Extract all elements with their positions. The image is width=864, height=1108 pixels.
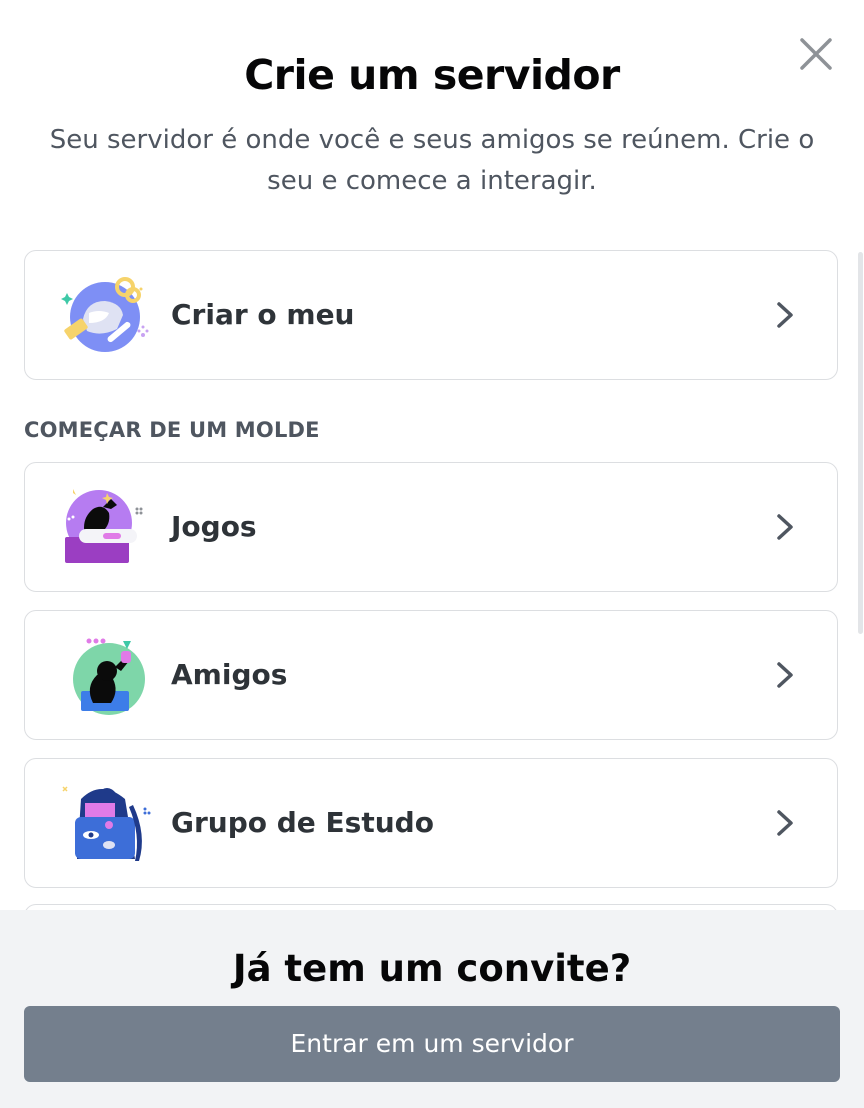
modal-subtitle: Seu servidor é onde você e seus amigos s… xyxy=(49,125,815,196)
template-label-gaming: Jogos xyxy=(171,510,257,543)
create-server-icon xyxy=(59,273,151,359)
template-option-gaming[interactable]: Jogos xyxy=(24,462,838,592)
study-group-icon xyxy=(59,781,151,867)
template-label-study-group: Grupo de Estudo xyxy=(171,806,434,839)
footer-title: Já tem um convite? xyxy=(232,947,632,990)
modal-footer: Já tem um convite? Entrar em um servidor xyxy=(0,910,864,1108)
modal-title: Crie um servidor xyxy=(244,51,620,99)
create-server-modal: Crie um servidor Seu servidor é onde voc… xyxy=(0,0,864,1108)
scrollbar[interactable] xyxy=(858,252,863,634)
template-option-study-group[interactable]: Grupo de Estudo xyxy=(24,758,838,888)
chevron-right-icon xyxy=(777,810,793,836)
template-label-friends: Amigos xyxy=(171,658,288,691)
chevron-right-icon xyxy=(777,302,793,328)
templates-section-header: COMEÇAR DE UM MOLDE xyxy=(24,418,320,442)
gaming-icon xyxy=(59,485,151,571)
chevron-right-icon xyxy=(777,514,793,540)
create-own-label: Criar o meu xyxy=(171,298,355,331)
join-server-button[interactable]: Entrar em um servidor xyxy=(24,1006,840,1082)
friends-icon xyxy=(59,633,151,719)
template-option-friends[interactable]: Amigos xyxy=(24,610,838,740)
chevron-right-icon xyxy=(777,662,793,688)
create-own-option[interactable]: Criar o meu xyxy=(24,250,838,380)
